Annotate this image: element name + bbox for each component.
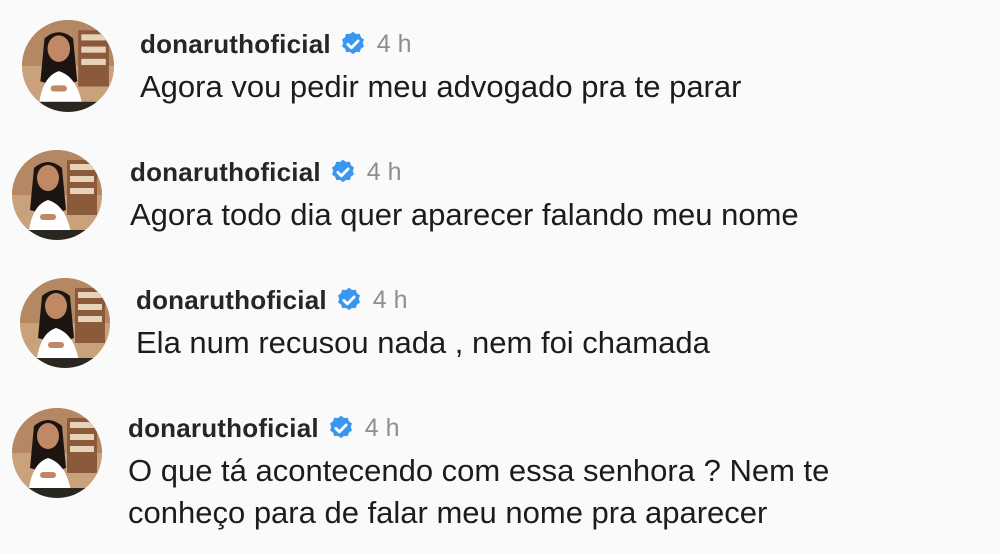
username[interactable]: donaruthoficial <box>140 29 331 60</box>
avatar[interactable] <box>12 408 102 498</box>
username[interactable]: donaruthoficial <box>136 285 327 316</box>
comment-time: 4 h <box>376 29 412 58</box>
comment-time: 4 h <box>364 413 400 442</box>
comment-meta: donaruthoficial 4 h <box>130 154 799 190</box>
comment-meta: donaruthoficial 4 h <box>128 410 829 446</box>
comment-time: 4 h <box>372 285 408 314</box>
profile-photo <box>20 278 110 368</box>
comment-text-line-2: conheço para de falar meu nome pra apare… <box>128 495 768 530</box>
profile-photo <box>12 408 102 498</box>
comment-meta: donaruthoficial 4 h <box>136 282 710 318</box>
avatar[interactable] <box>20 278 110 368</box>
comment-text: Agora vou pedir meu advogado pra te para… <box>140 69 742 104</box>
verified-badge-icon <box>329 158 357 186</box>
profile-photo <box>12 150 102 240</box>
username[interactable]: donaruthoficial <box>128 413 319 444</box>
avatar[interactable] <box>22 20 114 112</box>
comment-time: 4 h <box>366 157 402 186</box>
comment-text-line-1: O que tá acontecendo com essa senhora ? … <box>128 453 830 488</box>
profile-photo <box>22 20 114 112</box>
avatar[interactable] <box>12 150 102 240</box>
comment-meta: donaruthoficial 4 h <box>140 26 741 62</box>
comment-text: Agora todo dia quer aparecer falando meu… <box>130 197 799 232</box>
verified-badge-icon <box>339 30 367 58</box>
username[interactable]: donaruthoficial <box>130 157 321 188</box>
verified-badge-icon <box>335 286 363 314</box>
comment-list: donaruthoficial 4 h Agora vou pedir meu … <box>0 0 1000 554</box>
comment-text: Ela num recusou nada , nem foi chamada <box>136 325 710 360</box>
verified-badge-icon <box>327 414 355 442</box>
